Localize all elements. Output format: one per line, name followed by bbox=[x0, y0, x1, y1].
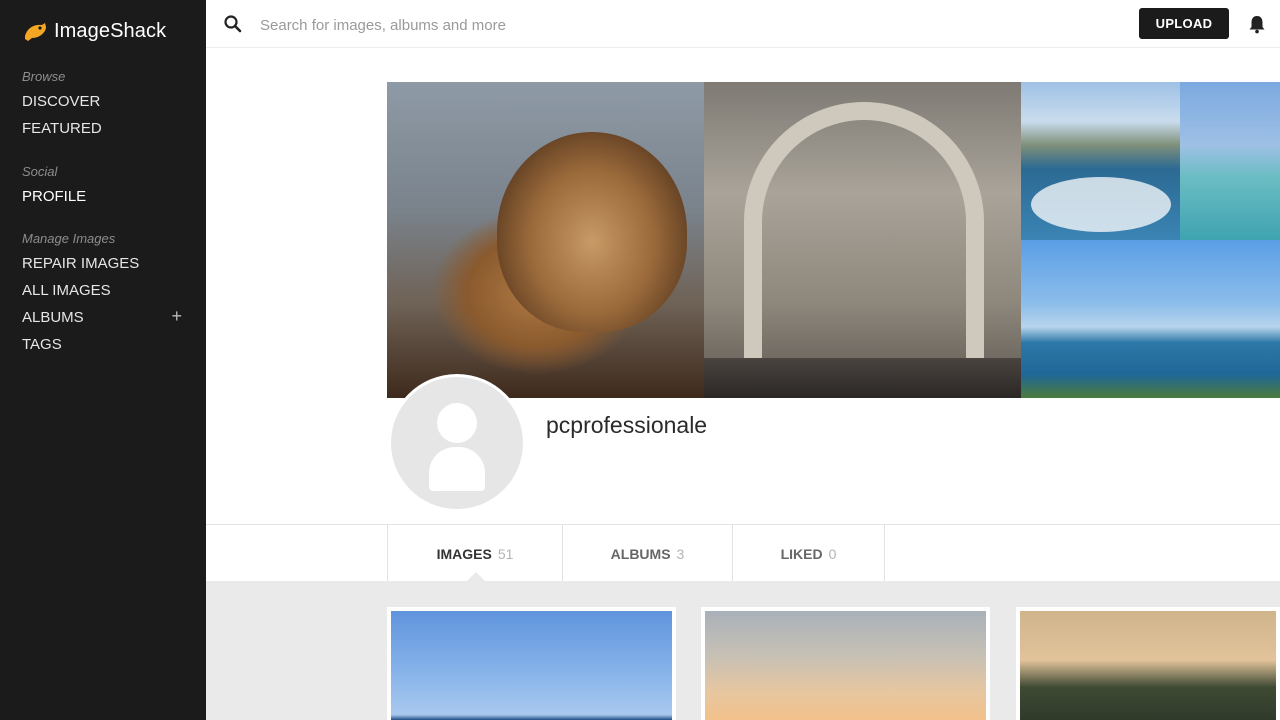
image-thumbnail[interactable] bbox=[391, 611, 672, 720]
active-tab-caret bbox=[467, 572, 485, 581]
profile-username: pcprofessionale bbox=[546, 412, 708, 438]
profile-tabs: IMAGES 51 ALBUMS 3 LIKED 0 bbox=[206, 524, 1280, 582]
image-thumbnail[interactable] bbox=[705, 611, 986, 720]
tab-count: 3 bbox=[676, 545, 685, 562]
cover-image-boat-wake[interactable] bbox=[1021, 82, 1180, 240]
image-thumbnail[interactable] bbox=[1020, 611, 1276, 720]
upload-button[interactable]: UPLOAD bbox=[1139, 8, 1229, 39]
image-card[interactable] bbox=[387, 607, 676, 720]
logo-frog-icon bbox=[25, 23, 46, 41]
avatar-head bbox=[437, 403, 477, 443]
bell-icon[interactable] bbox=[1248, 14, 1266, 34]
cover-image-church[interactable] bbox=[704, 82, 1021, 398]
cat-figure bbox=[497, 132, 687, 332]
search-icon[interactable] bbox=[223, 14, 243, 34]
sidebar-item-repair-images[interactable]: REPAIR IMAGES bbox=[22, 254, 182, 281]
search-input[interactable] bbox=[260, 12, 760, 38]
boat-wake bbox=[1031, 177, 1171, 232]
plus-icon[interactable]: + bbox=[171, 307, 182, 335]
tab-albums[interactable]: ALBUMS 3 bbox=[563, 525, 733, 582]
cover-image-cat[interactable] bbox=[387, 82, 704, 398]
church-crowd bbox=[704, 358, 1021, 398]
nav-section-browse: Browse DISCOVER FEATURED bbox=[22, 69, 182, 146]
sidebar-item-label: TAGS bbox=[22, 336, 62, 353]
sidebar-item-label: ALL IMAGES bbox=[22, 282, 111, 299]
sidebar-item-tags[interactable]: TAGS bbox=[22, 335, 182, 362]
nav-heading-social: Social bbox=[22, 164, 58, 179]
tab-label: IMAGES bbox=[436, 545, 492, 562]
nav-heading-manage-images: Manage Images bbox=[22, 231, 116, 246]
sidebar-item-featured[interactable]: FEATURED bbox=[22, 119, 182, 146]
cover-image-sea[interactable] bbox=[1180, 82, 1280, 240]
default-avatar-icon bbox=[391, 377, 523, 509]
avatar[interactable] bbox=[388, 374, 526, 512]
image-card[interactable] bbox=[1016, 607, 1280, 720]
nav-section-social: Social PROFILE bbox=[22, 164, 182, 214]
sidebar-item-all-images[interactable]: ALL IMAGES bbox=[22, 281, 182, 308]
tab-label: ALBUMS bbox=[610, 545, 671, 562]
tab-count: 0 bbox=[828, 545, 837, 562]
profile-cover-collage bbox=[387, 82, 1280, 398]
sidebar-item-profile[interactable]: PROFILE bbox=[22, 187, 182, 214]
sidebar-item-label: FEATURED bbox=[22, 120, 102, 137]
app-logo[interactable]: ImageShack bbox=[22, 18, 166, 44]
image-card[interactable] bbox=[701, 607, 990, 720]
top-bar: UPLOAD bbox=[206, 0, 1280, 48]
avatar-body bbox=[429, 447, 485, 491]
sidebar-item-label: REPAIR IMAGES bbox=[22, 255, 140, 272]
nav-heading-browse: Browse bbox=[22, 69, 66, 84]
tab-liked[interactable]: LIKED 0 bbox=[733, 525, 885, 582]
sidebar: ImageShack Browse DISCOVER FEATURED Soci… bbox=[0, 0, 206, 720]
cover-image-bay[interactable] bbox=[1021, 240, 1280, 398]
app-name: ImageShack bbox=[54, 19, 167, 42]
sidebar-item-discover[interactable]: DISCOVER bbox=[22, 92, 182, 119]
nav-section-manage-images: Manage Images REPAIR IMAGES ALL IMAGES A… bbox=[22, 231, 182, 362]
tab-count: 51 bbox=[497, 545, 514, 562]
sidebar-item-label: PROFILE bbox=[22, 188, 87, 205]
church-arch bbox=[744, 102, 984, 392]
sidebar-item-label: ALBUMS bbox=[22, 309, 84, 326]
tab-label: LIKED bbox=[780, 545, 823, 562]
sidebar-item-label: DISCOVER bbox=[22, 93, 101, 110]
sidebar-item-albums[interactable]: ALBUMS + bbox=[22, 307, 182, 335]
